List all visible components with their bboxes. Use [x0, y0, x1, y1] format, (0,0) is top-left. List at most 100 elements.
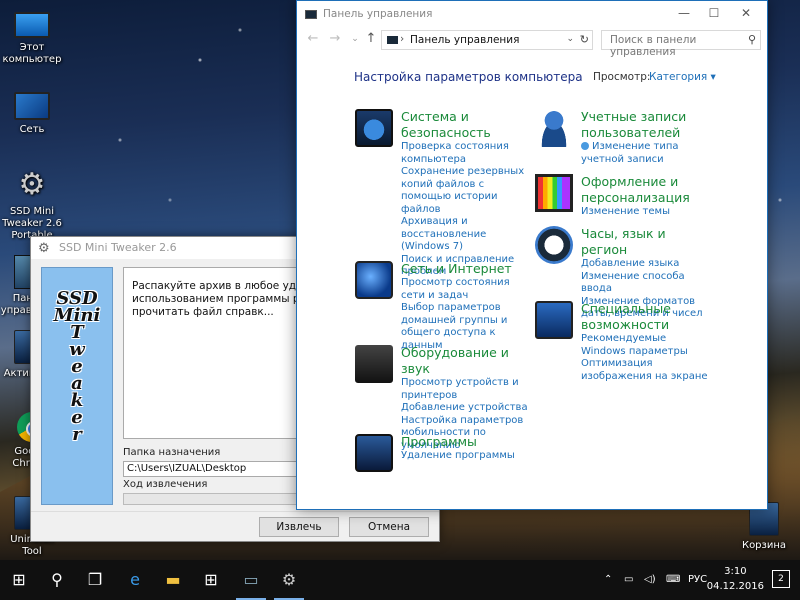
desktop-icon-label: Этот компьютер — [2, 42, 62, 65]
maximize-button[interactable]: ☐ — [699, 5, 729, 23]
tray-network[interactable]: ▭ — [624, 560, 633, 600]
category-link-text: Изменение типа учетной записи — [581, 141, 679, 165]
ssd-button-bar: Извлечь Отмена — [31, 511, 439, 541]
category-link[interactable]: Просмотр состояния сети и задач — [401, 277, 531, 302]
category-title[interactable]: Оборудование и звук — [401, 345, 533, 377]
desktop-icon-this-pc[interactable]: Этот компьютер — [0, 8, 64, 66]
taskbar-ssd-tweaker[interactable]: ⚙ — [270, 560, 308, 600]
control-panel-window: Панель управления — ☐ ✕ ← → ⌄ ↑ › Панель… — [296, 0, 768, 510]
refresh-icon[interactable]: ↻ — [580, 33, 589, 46]
category-link[interactable]: Архивация и восстановление (Windows 7) — [401, 216, 531, 254]
category-link[interactable]: Добавление устройства — [401, 402, 533, 415]
control-panel-icon — [387, 36, 398, 44]
address-bar[interactable]: › Панель управления ⌄ ↻ — [381, 30, 593, 50]
network-internet-icon — [355, 261, 393, 299]
forward-arrow-icon[interactable]: → — [327, 31, 343, 46]
category-title[interactable]: Учетные записи пользователей — [581, 109, 711, 141]
breadcrumb-chevron-icon: › — [400, 33, 405, 45]
category-title[interactable]: Сеть и Интернет — [401, 261, 531, 277]
destination-label: Папка назначения — [123, 447, 221, 458]
search-button[interactable]: ⚲ — [38, 560, 76, 600]
user-accounts-icon — [535, 109, 573, 147]
desktop-icon-network[interactable]: Сеть — [0, 92, 64, 136]
category-ease-of-access: Специальные возможности Рекомендуемые Wi… — [535, 301, 711, 383]
desktop-icon-ssd-tweaker[interactable]: ⚙ SSD Mini Tweaker 2.6 Portable — [0, 168, 64, 242]
up-arrow-icon[interactable]: ↑ — [363, 31, 379, 46]
action-center-button[interactable]: 2 — [772, 570, 790, 588]
window-title: SSD Mini Tweaker 2.6 — [59, 241, 177, 254]
appearance-icon — [535, 174, 573, 212]
category-link[interactable]: Удаление программы — [401, 450, 531, 463]
windows-logo-icon: ⊞ — [12, 570, 26, 589]
category-link[interactable]: Оптимизация изображения на экране — [581, 358, 711, 383]
edge-icon: e — [130, 570, 140, 589]
clock-globe-icon — [535, 226, 573, 264]
view-by-label: Просмотр: — [593, 71, 651, 83]
notification-count: 2 — [778, 574, 784, 584]
tray-keyboard[interactable]: ⌨ — [666, 560, 680, 600]
gear-icon: ⚙ — [38, 241, 50, 256]
gear-icon: ⚙ — [18, 167, 46, 202]
extract-button[interactable]: Извлечь — [259, 517, 339, 537]
start-button[interactable]: ⊞ — [0, 560, 38, 600]
taskbar-store[interactable]: ⊞ — [192, 560, 230, 600]
back-arrow-icon[interactable]: ← — [305, 31, 321, 46]
close-button[interactable]: ✕ — [731, 5, 761, 23]
ssd-logo: SSD Mini T w e a k e r — [41, 267, 113, 505]
search-input[interactable]: Поиск в панели управления ⚲ — [601, 30, 761, 58]
category-link[interactable]: Изменение темы — [581, 206, 711, 219]
minimize-button[interactable]: — — [669, 5, 699, 23]
task-view-button[interactable]: ❐ — [76, 560, 114, 600]
ease-of-access-icon — [535, 301, 573, 339]
logo-text: r — [72, 424, 82, 445]
search-icon: ⚲ — [747, 33, 756, 46]
programs-icon — [355, 434, 393, 472]
folder-icon: ▬ — [165, 570, 181, 589]
category-link[interactable]: Изменение типа учетной записи — [581, 141, 711, 166]
category-title[interactable]: Программы — [401, 434, 531, 450]
volume-icon: ◁) — [644, 574, 656, 585]
recent-dropdown-icon[interactable]: ⌄ — [347, 34, 363, 44]
chevron-up-icon: ⌃ — [604, 574, 613, 585]
system-security-icon — [355, 109, 393, 147]
category-link[interactable]: Добавление языка — [581, 258, 711, 271]
clock[interactable]: 3:10 04.12.2016 — [707, 564, 764, 594]
category-user-accounts: Учетные записи пользователей Изменение т… — [535, 109, 711, 166]
category-title[interactable]: Специальные возможности — [581, 301, 711, 333]
store-icon: ⊞ — [204, 570, 218, 589]
tray-volume[interactable]: ◁) — [644, 560, 656, 600]
category-link[interactable]: Просмотр устройств и принтеров — [401, 377, 533, 402]
category-link[interactable]: Проверка состояния компьютера — [401, 141, 531, 166]
language-indicator[interactable]: РУС — [688, 560, 707, 600]
category-link[interactable]: Изменение способа ввода — [581, 271, 711, 296]
desktop-icon-label: Корзина — [741, 540, 787, 551]
chevron-down-icon[interactable]: ⌄ — [566, 34, 574, 44]
control-panel-icon — [305, 10, 317, 19]
taskbar: ⊞ ⚲ ❐ e ▬ ⊞ ▭ ⚙ ⌃ ▭ ◁) ⌨ РУС 3:10 04.12.… — [0, 560, 800, 600]
clock-time: 3:10 — [724, 566, 747, 577]
taskbar-explorer[interactable]: ▬ — [154, 560, 192, 600]
view-by-dropdown[interactable]: Категория ▾ — [649, 71, 716, 83]
address-text: Панель управления — [410, 34, 520, 46]
category-title[interactable]: Часы, язык и регион — [581, 226, 711, 258]
navigation-bar: ← → ⌄ ↑ › Панель управления ⌄ ↻ Поиск в … — [297, 29, 767, 58]
taskbar-control-panel[interactable]: ▭ — [232, 560, 270, 600]
category-title[interactable]: Система и безопасность — [401, 109, 531, 141]
category-link[interactable]: Рекомендуемые Windows параметры — [581, 333, 711, 358]
gear-icon: ⚙ — [281, 570, 297, 589]
category-programs: Программы Удаление программы — [355, 434, 531, 472]
category-title[interactable]: Оформление и персонализация — [581, 174, 711, 206]
uac-shield-icon — [581, 142, 589, 150]
taskbar-edge[interactable]: e — [116, 560, 154, 600]
network-tray-icon: ▭ — [624, 574, 634, 585]
monitor-icon — [14, 12, 50, 38]
hardware-sound-icon — [355, 345, 393, 383]
show-hidden-icons[interactable]: ⌃ — [604, 560, 612, 600]
category-link[interactable]: Сохранение резервных копий файлов с помо… — [401, 166, 531, 216]
category-appearance: Оформление и персонализация Изменение те… — [535, 174, 711, 219]
cp-titlebar[interactable]: Панель управления — ☐ ✕ — [297, 1, 767, 27]
cancel-button[interactable]: Отмена — [349, 517, 429, 537]
control-panel-icon: ▭ — [243, 570, 259, 589]
network-icon — [14, 92, 50, 120]
desktop-icon-label: Сеть — [19, 124, 45, 135]
